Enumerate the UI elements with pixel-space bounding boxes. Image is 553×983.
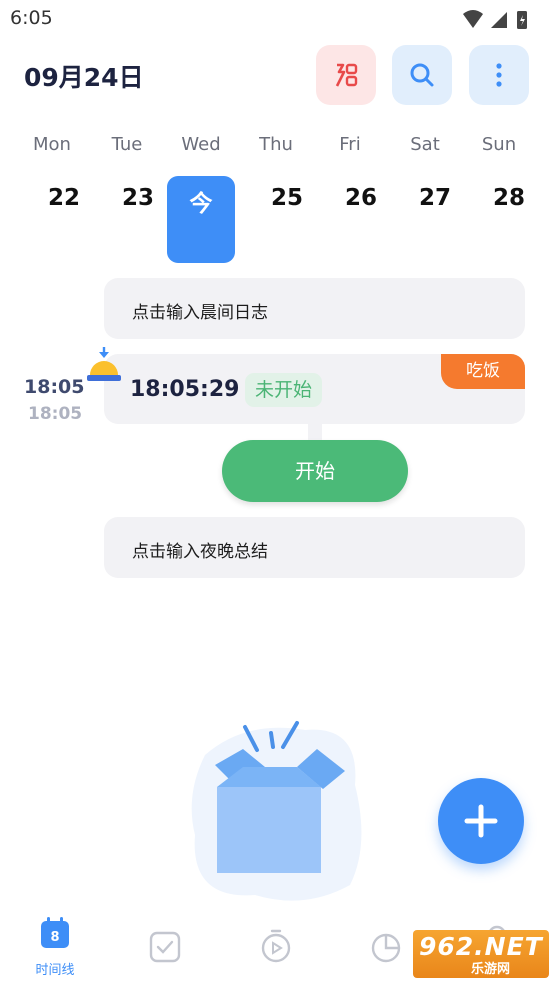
event-start-time: 18:05 bbox=[24, 376, 85, 398]
tab-timer[interactable] bbox=[241, 913, 311, 977]
search-button[interactable] bbox=[392, 45, 452, 105]
status-badge: 未开始 bbox=[245, 373, 323, 407]
plus-icon bbox=[464, 804, 498, 838]
checkbox-icon bbox=[149, 931, 181, 963]
sunset-icon bbox=[87, 347, 121, 381]
timer-icon bbox=[261, 929, 291, 963]
evening-summary-card[interactable]: 点击输入夜晚总结 bbox=[104, 517, 525, 578]
morning-evening-icon bbox=[335, 63, 358, 87]
day-cell[interactable]: 26 bbox=[331, 185, 391, 211]
weekday-label: Sun bbox=[481, 134, 517, 155]
event-end-time: 18:05 bbox=[28, 404, 83, 424]
event-tag[interactable]: 吃饭 bbox=[441, 354, 525, 389]
day-cell-today[interactable]: 今 bbox=[167, 176, 235, 263]
pie-chart-icon bbox=[371, 933, 401, 963]
page-title-date[interactable]: 09月24日 bbox=[24, 58, 144, 94]
weekday-labels: Mon Tue Wed Thu Fri Sat Sun bbox=[0, 134, 553, 156]
weekday-label: Mon bbox=[33, 134, 71, 155]
empty-box-illustration bbox=[191, 721, 362, 901]
day-cell[interactable]: 25 bbox=[257, 185, 317, 211]
tab-timeline[interactable]: 8 时间线 bbox=[20, 913, 90, 978]
today-label: 今 bbox=[189, 191, 213, 217]
day-cell[interactable]: 28 bbox=[479, 185, 539, 211]
weekday-label: Thu bbox=[259, 134, 293, 155]
status-icons bbox=[463, 10, 527, 29]
morning-evening-button[interactable] bbox=[316, 45, 376, 105]
weekday-label: Fri bbox=[339, 134, 361, 155]
calendar-badge: 8 bbox=[50, 930, 60, 945]
day-cell[interactable]: 27 bbox=[405, 185, 465, 211]
watermark-subtext: 乐游网 bbox=[471, 962, 511, 977]
tab-timeline-label: 时间线 bbox=[35, 963, 75, 978]
weekday-label: Wed bbox=[181, 134, 221, 155]
day-cell[interactable]: 22 bbox=[34, 185, 94, 211]
status-time: 6:05 bbox=[10, 7, 53, 29]
wifi-icon bbox=[463, 10, 483, 28]
signal-icon bbox=[491, 12, 507, 28]
event-card[interactable]: 18:05:29 未开始 吃饭 bbox=[104, 354, 525, 424]
add-button[interactable] bbox=[438, 778, 524, 864]
search-icon bbox=[410, 63, 434, 87]
event-clock: 18:05:29 bbox=[130, 377, 240, 402]
tab-tasks[interactable] bbox=[130, 913, 200, 977]
weekday-label: Tue bbox=[111, 134, 143, 155]
more-button[interactable] bbox=[469, 45, 529, 105]
site-watermark: 962.NET 乐游网 bbox=[413, 930, 549, 978]
start-button[interactable]: 开始 bbox=[222, 440, 408, 502]
day-cell[interactable]: 23 bbox=[108, 185, 168, 211]
more-vertical-icon bbox=[496, 63, 502, 87]
status-bar: 6:05 bbox=[0, 0, 553, 38]
morning-journal-prompt: 点击输入晨间日志 bbox=[132, 303, 268, 323]
weekday-label: Sat bbox=[410, 134, 440, 155]
week-day-strip: 22 23 今 25 26 27 28 bbox=[0, 176, 553, 264]
evening-summary-prompt: 点击输入夜晚总结 bbox=[132, 542, 268, 562]
watermark-text: 962.NET bbox=[419, 932, 543, 961]
tab-statistics[interactable] bbox=[352, 913, 422, 977]
morning-journal-card[interactable]: 点击输入晨间日志 bbox=[104, 278, 525, 339]
